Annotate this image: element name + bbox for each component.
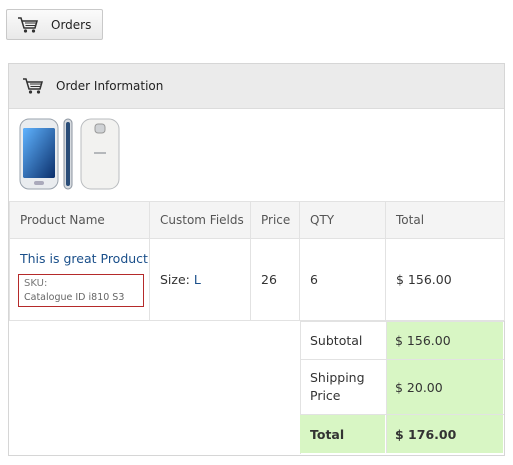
shipping-label: Shipping Price <box>310 370 365 403</box>
price-cell: 26 <box>250 238 300 321</box>
panel-title: Order Information <box>56 79 164 93</box>
subtotal-row: Subtotal $ 156.00 <box>300 321 504 359</box>
product-name-link[interactable]: This is great Product <box>20 250 149 268</box>
phone-side-image <box>63 118 73 190</box>
custom-fields-cell: Size: L <box>149 238 251 321</box>
column-header-total: Total <box>385 201 505 239</box>
total-value: $ 176.00 <box>386 415 503 453</box>
product-cell: This is great Product SKU: Catalogue ID … <box>9 238 150 321</box>
custom-field-value: L <box>193 272 201 287</box>
orders-button-label: Orders <box>51 17 92 32</box>
sku-label: SKU: <box>24 278 48 289</box>
phone-front-image <box>19 118 59 190</box>
shipping-value: $ 20.00 <box>386 360 503 414</box>
custom-field-label: Size: <box>160 272 190 287</box>
sku-box: SKU: Catalogue ID i810 S3 <box>18 274 144 307</box>
sku-value: Catalogue ID i810 S3 <box>24 292 125 303</box>
column-header-qty: QTY <box>299 201 386 239</box>
orders-button[interactable]: Orders <box>6 9 103 40</box>
column-header-custom-fields: Custom Fields <box>149 201 251 239</box>
shipping-row: Shipping Price $ 20.00 <box>300 359 504 414</box>
order-items-table: Product Name Custom Fields Price QTY Tot… <box>9 201 505 321</box>
total-row: Total $ 176.00 <box>300 414 504 453</box>
cart-icon <box>17 16 39 34</box>
row-total-cell: $ 156.00 <box>385 238 505 321</box>
qty-cell: 6 <box>299 238 386 321</box>
column-header-product-name: Product Name <box>9 201 150 239</box>
table-row: This is great Product SKU: Catalogue ID … <box>9 238 505 321</box>
panel-header: Order Information <box>9 64 504 109</box>
cart-icon <box>22 77 44 95</box>
total-label: Total <box>300 415 385 453</box>
phone-back-image <box>80 118 120 190</box>
column-header-price: Price <box>250 201 300 239</box>
subtotal-label: Subtotal <box>310 333 363 348</box>
subtotal-value: $ 156.00 <box>386 322 503 359</box>
table-header-row: Product Name Custom Fields Price QTY Tot… <box>9 201 505 239</box>
order-information-panel: Order Information Product Name Custom Fi… <box>8 63 505 456</box>
